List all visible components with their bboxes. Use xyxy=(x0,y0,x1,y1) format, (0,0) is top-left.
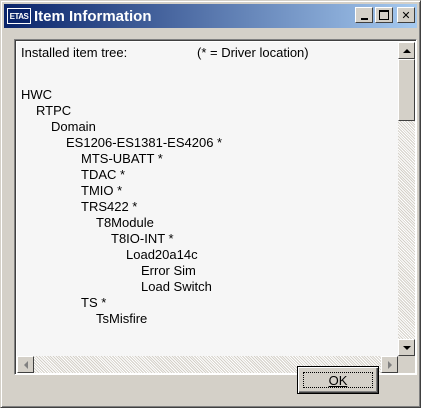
tree-item[interactable]: Error Sim xyxy=(141,263,196,279)
title-bar[interactable]: ETAS Item Information ✕ xyxy=(4,4,417,28)
tree-item[interactable]: Load20a14c xyxy=(126,247,198,263)
tree-item[interactable]: HWC xyxy=(21,87,52,103)
tree-item[interactable]: TMIO * xyxy=(81,183,122,199)
scroll-down-button[interactable] xyxy=(398,339,415,356)
item-information-dialog: ETAS Item Information ✕ Installed item t… xyxy=(0,0,421,408)
window-title: Item Information xyxy=(34,7,152,25)
tree-item[interactable]: TsMisfire xyxy=(96,311,147,327)
tree-item[interactable]: TS * xyxy=(81,295,106,311)
caption-buttons: ✕ xyxy=(355,7,415,23)
scroll-left-button[interactable] xyxy=(17,356,34,373)
tree-item[interactable]: RTPC xyxy=(36,103,71,119)
maximize-icon xyxy=(379,10,389,20)
arrow-left-icon xyxy=(23,360,28,369)
vertical-scrollbar[interactable] xyxy=(398,42,415,356)
arrow-up-icon xyxy=(402,48,411,53)
scrollbar-corner xyxy=(398,356,415,373)
tree-item[interactable]: TRS422 * xyxy=(81,199,137,215)
scroll-right-button[interactable] xyxy=(381,356,398,373)
ok-button[interactable]: OK xyxy=(297,366,379,394)
driver-legend: (* = Driver location) xyxy=(197,45,309,60)
tree-item[interactable]: Load Switch xyxy=(141,279,212,295)
item-tree-content: Installed item tree: (* = Driver locatio… xyxy=(17,42,398,356)
etas-logo-icon: ETAS xyxy=(7,8,31,24)
tree-item[interactable]: MTS-UBATT * xyxy=(81,151,163,167)
close-icon: ✕ xyxy=(401,8,411,22)
tree-header: Installed item tree: xyxy=(21,45,128,60)
item-tree-list[interactable]: Installed item tree: (* = Driver locatio… xyxy=(14,39,417,375)
tree-item[interactable]: T8IO-INT * xyxy=(111,231,174,247)
arrow-down-icon xyxy=(402,345,411,350)
ok-button-label: OK xyxy=(328,372,348,388)
minimize-icon xyxy=(360,17,368,20)
tree-item[interactable]: TDAC * xyxy=(81,167,125,183)
tree-item[interactable]: T8Module xyxy=(96,215,154,231)
tree-item[interactable]: Domain xyxy=(51,119,96,135)
maximize-button[interactable] xyxy=(375,7,393,23)
close-button[interactable]: ✕ xyxy=(397,7,415,23)
minimize-button[interactable] xyxy=(355,7,373,23)
arrow-right-icon xyxy=(387,360,392,369)
scroll-up-button[interactable] xyxy=(398,42,415,59)
tree-item[interactable]: ES1206-ES1381-ES4206 * xyxy=(66,135,222,151)
vertical-scroll-thumb[interactable] xyxy=(398,59,415,121)
